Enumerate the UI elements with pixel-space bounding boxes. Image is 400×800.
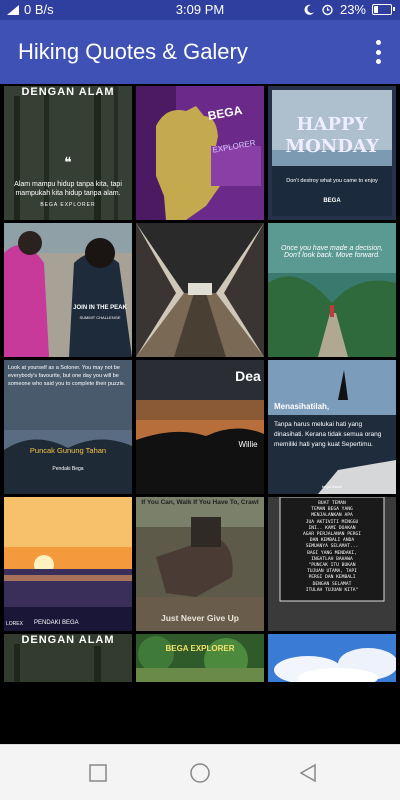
gallery-tile-9[interactable]: Menasihatilah, Tanpa harus melukai hati … xyxy=(268,360,396,494)
tile-7-title: Puncak Gunung Tahan xyxy=(29,446,107,455)
tile-3-line1: HAPPY xyxy=(296,114,368,135)
tile-3-sub: Don't destroy what you came to enjoy xyxy=(286,178,378,184)
gallery-tile-6[interactable]: Once you have made a decision, Don't loo… xyxy=(268,223,396,357)
tile-3-brand: BEGA xyxy=(323,198,341,204)
gallery-tile-1[interactable]: DENGAN ALAM ❝ Alam mampu hidup tanpa kit… xyxy=(4,86,132,220)
system-nav-bar xyxy=(0,744,400,800)
tile-4-shirt-sub: SUMMIT CHALLENGE xyxy=(79,315,121,320)
status-bar: 0 B/s 3:09 PM 23% xyxy=(0,0,400,20)
gallery-tile-12[interactable]: BUAT TEMAN TEMAN BEGA YANG MENJALANKAN APA… xyxy=(268,497,396,631)
square-icon[interactable] xyxy=(86,761,110,785)
quote-mark-icon: ❝ xyxy=(64,154,72,170)
gallery-tile-4[interactable]: JOIN IN THE PEAK SUMMIT CHALLENGE xyxy=(4,223,132,357)
gallery-tile-2[interactable]: BEGA EXPLORER xyxy=(136,86,264,220)
tile-10-brand: PENDAKI BEGA xyxy=(34,620,79,626)
app-bar: Hiking Quotes & Galery xyxy=(0,20,400,84)
tile-12-line: ITULAH TUJUAN KITA" xyxy=(305,587,359,593)
tile-4-shirt-text: JOIN IN THE PEAK xyxy=(73,305,127,311)
moon-icon xyxy=(304,4,314,15)
tile-14-brand: BEGA EXPLORER xyxy=(165,644,235,653)
tile-1-header: DENGAN ALAM xyxy=(21,86,115,98)
tile-9-credit: bega island xyxy=(321,484,343,489)
gallery-tile-8[interactable]: Dea Willie xyxy=(136,360,264,494)
app-title: Hiking Quotes & Galery xyxy=(18,39,248,64)
tile-6-quote: Once you have made a decision, Don't loo… xyxy=(281,245,383,259)
status-right: 23% xyxy=(303,2,395,17)
alarm-icon xyxy=(322,4,333,16)
tile-8-word2: Willie xyxy=(238,440,258,449)
gallery-tile-13[interactable]: DENGAN ALAM xyxy=(4,634,132,682)
gallery-tile-11[interactable]: If You Can, Walk If You Have To, Crawl J… xyxy=(136,497,264,631)
tile-8-word1: Dea xyxy=(235,368,261,384)
triangle-back-icon[interactable] xyxy=(296,761,320,785)
gallery-tile-5[interactable] xyxy=(136,223,264,357)
gallery-tile-3[interactable]: HAPPY MONDAY Don't destroy what you came… xyxy=(268,86,396,220)
empty-area xyxy=(0,682,400,744)
gallery-tile-15[interactable] xyxy=(268,634,396,682)
tile-1-brand: BEGA EXPLORER xyxy=(40,202,96,208)
more-vert-icon[interactable] xyxy=(370,40,386,64)
battery-percent: 23% xyxy=(339,2,366,17)
tile-12-text: BUAT TEMAN TEMAN BEGA YANG MENJALANKAN APA… xyxy=(268,501,396,594)
clock: 3:09 PM xyxy=(175,2,225,17)
tile-9-quote: Tanpa harus melukai hati yang dinasihati… xyxy=(274,421,382,448)
gallery-tile-14[interactable]: BEGA EXPLORER xyxy=(136,634,264,682)
gallery-tile-10[interactable]: LOREX PENDAKI BEGA xyxy=(4,497,132,631)
tile-11-bottom: Just Never Give Up xyxy=(161,613,239,623)
battery-icon xyxy=(372,4,395,15)
circle-icon[interactable] xyxy=(188,761,212,785)
tile-7-brand: Pendaki Bega xyxy=(52,466,84,472)
tile-1-quote: Alam mampu hidup tanpa kita, tapi mampuk… xyxy=(14,181,122,197)
tile-3-line2: MONDAY xyxy=(285,136,379,157)
battery-fill xyxy=(374,6,379,13)
photo-gallery[interactable]: DENGAN ALAM ❝ Alam mampu hidup tanpa kit… xyxy=(0,84,400,682)
tile-13-header: DENGAN ALAM xyxy=(21,634,115,646)
gallery-tile-7[interactable]: Look at yourself as a Soloner. You may n… xyxy=(4,360,132,494)
tile-9-title: Menasihatilah, xyxy=(274,402,330,411)
tile-11-top: If You Can, Walk If You Have To, Crawl xyxy=(141,499,259,506)
tile-7-quote: Look at yourself as a Soloner. You may n… xyxy=(8,365,126,387)
